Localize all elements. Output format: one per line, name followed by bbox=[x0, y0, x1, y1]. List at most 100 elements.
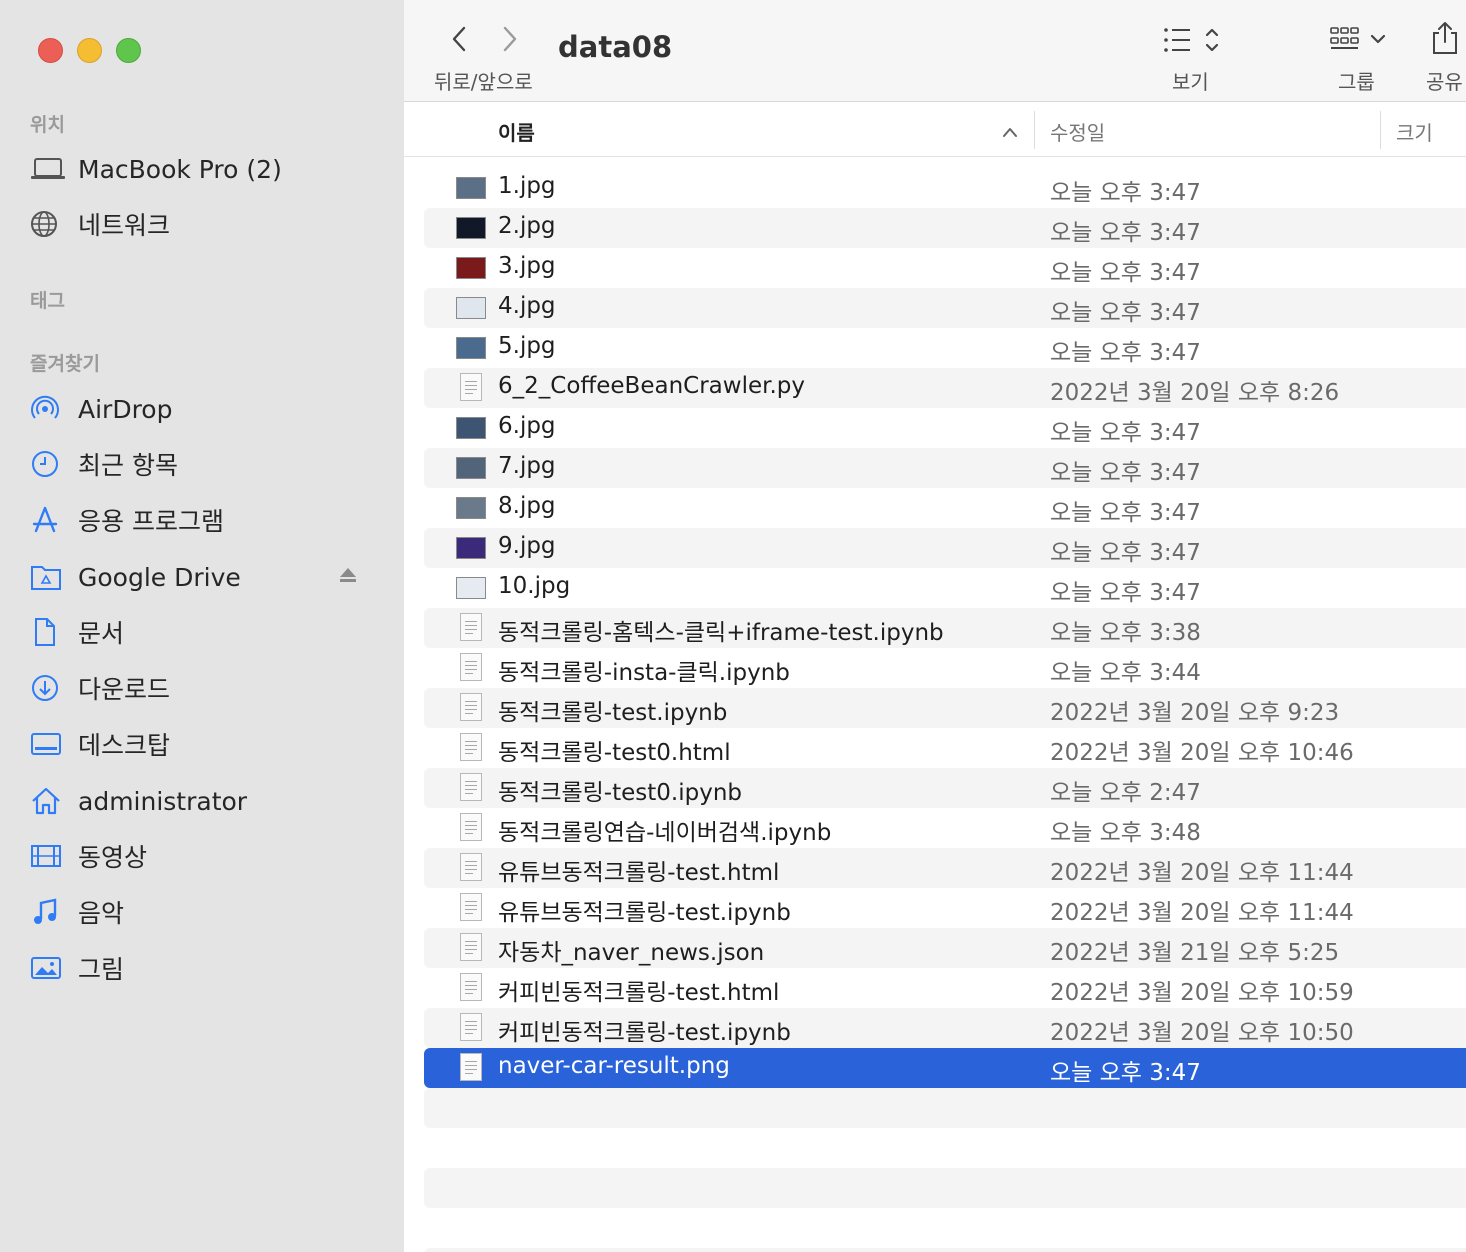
image-thumbnail-icon bbox=[456, 415, 486, 441]
sidebar-item-label: 그림 bbox=[78, 955, 125, 984]
column-header-date[interactable]: 수정일 bbox=[1050, 117, 1105, 146]
file-modified-date: 오늘 오후 3:47 bbox=[1050, 540, 1201, 566]
document-file-icon bbox=[456, 693, 486, 721]
file-row[interactable]: 7.jpg 오늘 오후 3:47 bbox=[424, 448, 1466, 488]
sidebar-item-label: 응용 프로그램 bbox=[78, 507, 224, 536]
eject-icon[interactable] bbox=[338, 565, 358, 589]
file-row[interactable]: 커피빈동적크롤링-test.html 2022년 3월 20일 오후 10:59 bbox=[424, 968, 1466, 1008]
file-row[interactable]: 1.jpg 오늘 오후 3:47 bbox=[424, 168, 1466, 208]
sidebar-item-home[interactable]: administrator bbox=[30, 779, 370, 823]
sidebar-item-desktop[interactable]: 데스크탑 bbox=[30, 722, 370, 766]
file-row[interactable]: 동적크롤링-test0.ipynb 오늘 오후 2:47 bbox=[424, 768, 1466, 808]
file-row[interactable]: 6.jpg 오늘 오후 3:47 bbox=[424, 408, 1466, 448]
file-row[interactable]: 유튜브동적크롤링-test.ipynb 2022년 3월 20일 오후 11:44 bbox=[424, 888, 1466, 928]
column-divider[interactable] bbox=[1380, 111, 1381, 149]
file-row[interactable]: 10.jpg 오늘 오후 3:47 bbox=[424, 568, 1466, 608]
file-modified-date: 오늘 오후 3:47 bbox=[1050, 220, 1201, 246]
file-name: 9.jpg bbox=[498, 533, 556, 559]
document-file-icon bbox=[456, 773, 486, 801]
image-thumbnail-icon bbox=[456, 175, 486, 201]
file-row[interactable]: 8.jpg 오늘 오후 3:47 bbox=[424, 488, 1466, 528]
close-window-button[interactable] bbox=[38, 38, 63, 63]
group-button[interactable] bbox=[1328, 22, 1392, 62]
document-file-icon bbox=[456, 973, 486, 1001]
document-file-icon bbox=[456, 373, 486, 401]
file-modified-date: 2022년 3월 20일 오후 11:44 bbox=[1050, 900, 1354, 926]
minimize-window-button[interactable] bbox=[77, 38, 102, 63]
sidebar-item-label: 음악 bbox=[78, 899, 125, 928]
file-name: 동적크롤링연습-네이버검색.ipynb bbox=[498, 820, 832, 846]
sidebar-item-label: 다운로드 bbox=[78, 675, 171, 704]
file-row[interactable]: 자동차_naver_news.json 2022년 3월 21일 오후 5:25 bbox=[424, 928, 1466, 968]
window-controls bbox=[38, 38, 141, 63]
file-row[interactable]: 2.jpg 오늘 오후 3:47 bbox=[424, 208, 1466, 248]
file-row[interactable]: 커피빈동적크롤링-test.ipynb 2022년 3월 20일 오후 10:50 bbox=[424, 1008, 1466, 1048]
file-name: 동적크롤링-test0.html bbox=[498, 740, 731, 766]
sidebar-item-applications[interactable]: 응용 프로그램 bbox=[30, 498, 370, 542]
sidebar-section-locations: 위치 bbox=[30, 114, 65, 136]
file-name: 동적크롤링-test.ipynb bbox=[498, 700, 728, 726]
file-name: 동적크롤링-insta-클릭.ipynb bbox=[498, 660, 790, 686]
file-modified-date: 오늘 오후 3:48 bbox=[1050, 820, 1201, 846]
file-name: 1.jpg bbox=[498, 173, 556, 199]
file-row[interactable]: 5.jpg 오늘 오후 3:47 bbox=[424, 328, 1466, 368]
column-header: 이름 수정일 크기 bbox=[404, 103, 1466, 157]
sidebar-item-recents[interactable]: 최근 항목 bbox=[30, 442, 370, 486]
view-options-button[interactable] bbox=[1160, 22, 1224, 62]
column-header-size[interactable]: 크기 bbox=[1396, 117, 1433, 146]
sidebar-item-pictures[interactable]: 그림 bbox=[30, 946, 370, 990]
file-modified-date: 2022년 3월 21일 오후 5:25 bbox=[1050, 940, 1340, 966]
sidebar-item-documents[interactable]: 문서 bbox=[30, 610, 370, 654]
sidebar-item-movies[interactable]: 동영상 bbox=[30, 834, 370, 878]
sidebar-item-google-drive[interactable]: Google Drive bbox=[30, 555, 370, 599]
file-name: 7.jpg bbox=[498, 453, 556, 479]
sidebar-item-music[interactable]: 음악 bbox=[30, 890, 370, 934]
file-name: 유튜브동적크롤링-test.html bbox=[498, 860, 780, 886]
sidebar-item-macbook[interactable]: MacBook Pro (2) bbox=[30, 147, 370, 191]
sort-ascending-icon[interactable] bbox=[1002, 123, 1018, 142]
file-name: 동적크롤링-홈텍스-클릭+iframe-test.ipynb bbox=[498, 620, 944, 646]
sidebar: 위치 MacBook Pro (2) 네트워크 태그 즐겨찾기 AirDrop … bbox=[0, 0, 404, 1252]
document-file-icon bbox=[456, 733, 486, 761]
file-row[interactable]: 6_2_CoffeeBeanCrawler.py 2022년 3월 20일 오후 … bbox=[424, 368, 1466, 408]
zoom-window-button[interactable] bbox=[116, 38, 141, 63]
file-row[interactable]: 유튜브동적크롤링-test.html 2022년 3월 20일 오후 11:44 bbox=[424, 848, 1466, 888]
file-modified-date: 2022년 3월 20일 오후 10:46 bbox=[1050, 740, 1354, 766]
file-modified-date: 오늘 오후 2:47 bbox=[1050, 780, 1201, 806]
file-modified-date: 오늘 오후 3:47 bbox=[1050, 180, 1201, 206]
film-icon bbox=[30, 841, 66, 871]
file-name: 동적크롤링-test0.ipynb bbox=[498, 780, 742, 806]
sidebar-item-label: 동영상 bbox=[78, 843, 148, 872]
file-name: 8.jpg bbox=[498, 493, 556, 519]
document-file-icon bbox=[456, 853, 486, 881]
share-icon[interactable] bbox=[1430, 20, 1460, 60]
toolbar: 뒤로/앞으로 data08 보기 그룹 공유 bbox=[404, 0, 1466, 102]
apps-icon bbox=[30, 505, 66, 535]
file-row[interactable]: naver-car-result.png 오늘 오후 3:47 bbox=[424, 1048, 1466, 1088]
forward-button[interactable] bbox=[499, 24, 521, 58]
file-row[interactable]: 동적크롤링-홈텍스-클릭+iframe-test.ipynb 오늘 오후 3:38 bbox=[424, 608, 1466, 648]
file-row[interactable]: 동적크롤링연습-네이버검색.ipynb 오늘 오후 3:48 bbox=[424, 808, 1466, 848]
document-file-icon bbox=[456, 653, 486, 681]
document-file-icon bbox=[456, 1013, 486, 1041]
file-name: 2.jpg bbox=[498, 213, 556, 239]
sidebar-item-downloads[interactable]: 다운로드 bbox=[30, 666, 370, 710]
column-divider[interactable] bbox=[1034, 111, 1035, 149]
file-row[interactable]: 3.jpg 오늘 오후 3:47 bbox=[424, 248, 1466, 288]
sidebar-item-airdrop[interactable]: AirDrop bbox=[30, 387, 370, 431]
file-row[interactable]: 동적크롤링-test.ipynb 2022년 3월 20일 오후 9:23 bbox=[424, 688, 1466, 728]
clock-icon bbox=[30, 449, 66, 479]
download-icon bbox=[30, 673, 66, 703]
file-row[interactable]: 동적크롤링-insta-클릭.ipynb 오늘 오후 3:44 bbox=[424, 648, 1466, 688]
file-name: naver-car-result.png bbox=[498, 1053, 730, 1079]
file-row[interactable]: 동적크롤링-test0.html 2022년 3월 20일 오후 10:46 bbox=[424, 728, 1466, 768]
image-thumbnail-icon bbox=[456, 255, 486, 281]
back-button[interactable] bbox=[448, 24, 470, 58]
file-row[interactable]: 9.jpg 오늘 오후 3:47 bbox=[424, 528, 1466, 568]
sidebar-item-network[interactable]: 네트워크 bbox=[30, 202, 370, 246]
file-row[interactable]: 4.jpg 오늘 오후 3:47 bbox=[424, 288, 1466, 328]
sidebar-item-label: 데스크탑 bbox=[78, 731, 171, 760]
file-modified-date: 2022년 3월 20일 오후 10:50 bbox=[1050, 1020, 1354, 1046]
document-file-icon bbox=[456, 1053, 486, 1081]
column-header-name[interactable]: 이름 bbox=[498, 117, 535, 146]
